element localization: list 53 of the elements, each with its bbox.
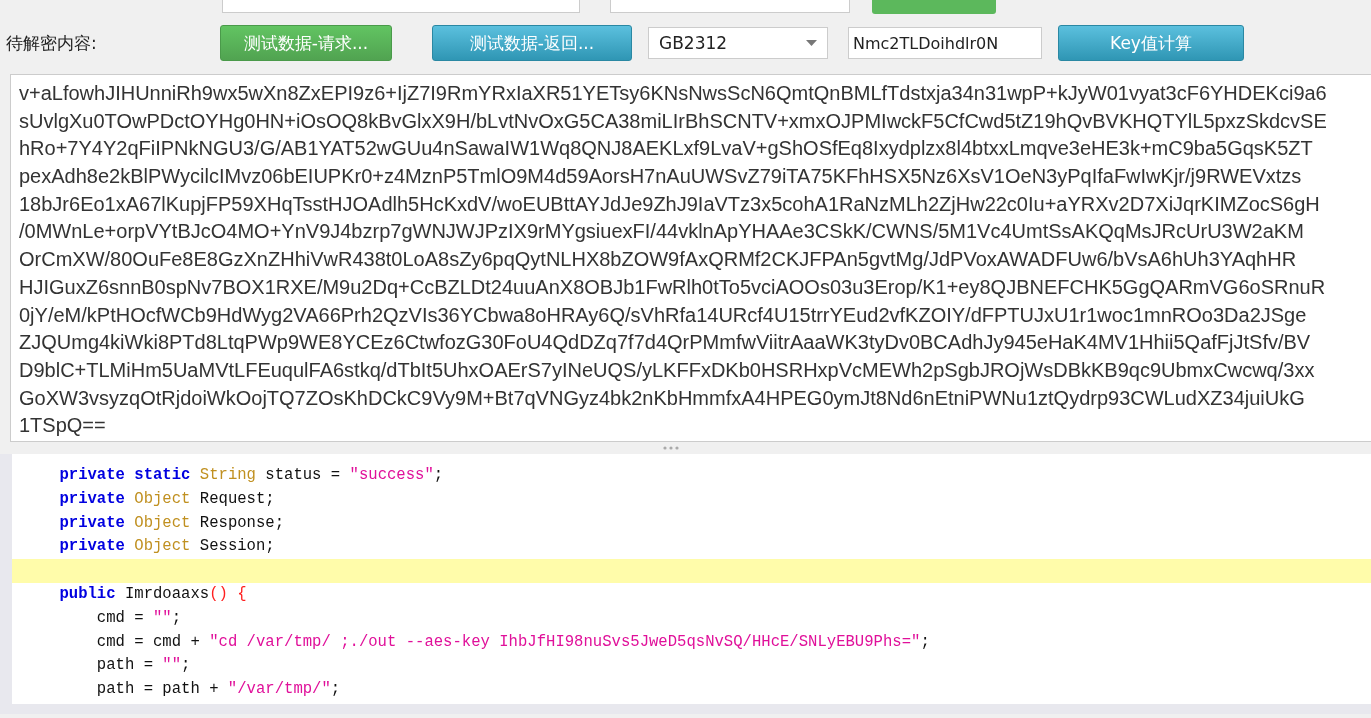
code-token: () { [209, 585, 247, 603]
ciphertext-line: /0MWnLe+orpVYtBJcO4MO+YnV9J4bzrp7gWNJWJPzIX9rMYgsiuexFI/44vklnApYHAAe3CSkK/CWNS/5M1Vc4UmtSsAKQqMsJRcUrU3W2aKM [19, 220, 1304, 243]
code-token: path = [95, 656, 153, 675]
key-compute-button[interactable]: Key值计算 [1058, 25, 1244, 61]
ciphertext-line: 18bJr6Eo1xA67lKupjFP59XHqTsstHJOAdlh5HcKxdV/woEUBttAYJdJe9ZhJ9IaVTz3x5cohA1RaNzMLh2ZjHw22c0Iu+aYRXv2D7XiJqrKIMZocS6gH [19, 192, 1320, 215]
code-token: Response; [198, 513, 285, 532]
code-token: private [58, 513, 125, 532]
code-token: cmd = [95, 608, 144, 627]
code-token: ; [171, 608, 182, 627]
code-token: "/var/tmp/" [226, 680, 331, 699]
test-data-button[interactable]: 测试数据-请求... [220, 25, 392, 61]
field-label: 待解密内容: [6, 31, 98, 55]
code-token: Object [133, 513, 191, 532]
ciphertext-line: D9blC+TLMiHm5UaMVtLFEuqulFA6stkq/dTbIt5UhxOAErS7yINeUQS/yLKFFxDKb0HSRHxpVcMEWh2pSgbJROjWsDBkKB9qc9UbmxCwcwq/3xx [19, 358, 1315, 381]
code-token: public [58, 585, 116, 603]
code-token: "success" [348, 466, 434, 484]
ciphertext-line: pexAdh8e2kBlPWycilcIMvz06bEIUPKr0+z4MznP5TmlO9M4d59AorsH7nAuUWSvZ79iTA75KFhHSX5Nz6XsV1OeN3yPqIfaFwIwKjr/j9RWEVxtzs [19, 165, 1302, 188]
ciphertext-line: HJIGuxZ6snnB0spNv7BOX1RXE/M9u2Dq+CcBZLDt24uuAnX8OBJb1FwRlh0tTo5vciAOOs03u3Erop/K1+ey8QJBNEFCHK5GgQARmVG6oSRnuR [19, 275, 1326, 298]
caret-icon [806, 40, 817, 46]
code-token: Request; [198, 489, 275, 508]
key-input[interactable]: Nmc2TLDoihdlr0N [848, 27, 1042, 59]
code-token: String [198, 466, 256, 484]
code-token: private [58, 466, 125, 484]
code-token: private [58, 489, 125, 508]
code-token: "" [152, 608, 172, 627]
code-token: Object [133, 537, 191, 556]
code-token: "" [161, 656, 182, 675]
code-editor[interactable] [12, 454, 1371, 704]
code-token: ; [920, 632, 930, 651]
encoding-select[interactable]: GB2312 [648, 27, 828, 59]
ciphertext-line: 1TSpQ== [19, 414, 106, 437]
code-token: "cd /var/tmp/ ;./out --aes-key IhbJfHI98nuSvs5JweD5qsNvSQ/HHcE/SNLyEBU9Phs=" [208, 632, 921, 651]
code-token: Session; [198, 537, 275, 556]
code-token: Imrdoaaxs [123, 585, 210, 603]
code-token: Object [133, 489, 191, 508]
code-token: private [58, 537, 125, 556]
code-token: cmd = cmd + [95, 632, 200, 651]
ciphertext-line: 0jY/eM/kPtHOcfWCb9HdWyg2VA66Prh2QzVIs36YCbwa8oHRAy6Q/sVhRfa14URcf4U15trrYEud2vfKZOIY/dFPTUJxU1r1woc1mnROo3Da2JSge [19, 303, 1307, 326]
code-token: path = path + [95, 680, 219, 699]
code-token: static [133, 466, 191, 484]
ciphertext-line: OrCmXW/80OuFe8E8GzXnZHhiVwR438t0LoA8sZy6pqQytNLHX8bZOW9fAxQRMf2CKJFPAn5gvtMg/JdPVoxAWADFUw6/bVsA6hUh3YAqhHR [19, 248, 1297, 271]
code-token: ; [330, 680, 341, 699]
ciphertext-line: sUvlgXu0TOwPDctOYHg0HN+iOsOQ8kBvGlxX9H/bLvtNvOxG5CA38miLIrBhSCNTV+xmxOJPMIwckF5CfCwd5tZ19hQvBVKHQTYlL5pxzSkdcvSE [19, 109, 1327, 132]
ciphertext-area[interactable] [10, 74, 1371, 442]
code-token: status = [264, 466, 341, 484]
code-token: ; [433, 466, 444, 484]
code-token: ; [181, 656, 191, 675]
ciphertext-line: v+aLfowhJIHUnniRh9wx5wXn8ZxEPI9z6+IjZ7I9RmYRxIaXR51YETsy6KNsNwsScN6QmtQnBMLfTdstxja34n31wpP+kJyW01vyat3cF6YHDEKci9a6 [19, 82, 1327, 104]
ciphertext-line: GoXW3vsyzqOtRjdoiWkOojTQ7ZOsKhDCkC9Vy9M+Bt7qVNGyz4bk2nKbHmmfxA4HPEG0ymJt8Nd6nEtniPWNu1ztQydrp93CWLudXZ34juiUkG [19, 386, 1305, 409]
splitter-handle-icon[interactable] [662, 446, 679, 450]
ciphertext-line: ZJQUmg4kiWki8PTd8LtqPWp9WE8YCEz6CtwfozG30FoU4QdDZq7f7d4QrPMmfwViitrAaaWK3tyDv0BCAdhJy945eHaK4MV1Hhii5QafFjJtSfv/BV [19, 331, 1311, 354]
test-data-button[interactable]: 测试数据-返回... [432, 25, 632, 61]
ciphertext-line: hRo+7Y4Y2qFiIPNkNGU3/G/AB1YAT52wGUu4nSawaIW1Wq8QNJ8AEKLxf9LvaV+gShOSfEq8Ixydplzx8l4btxxLmqve3eHE3k+mC9ba5GqsK5ZT [19, 137, 1313, 160]
